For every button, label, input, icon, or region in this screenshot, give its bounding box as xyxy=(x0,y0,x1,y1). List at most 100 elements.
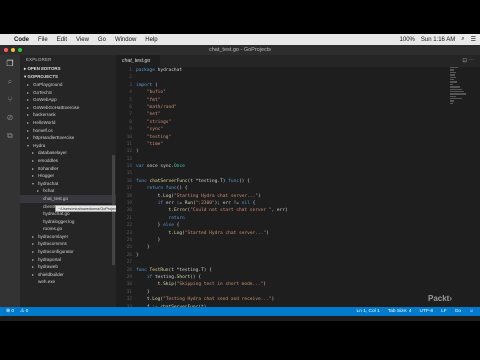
warnings-indicator[interactable]: ⚠ 0 xyxy=(20,307,28,316)
debug-icon[interactable]: ⊘ xyxy=(7,113,14,123)
tree-item-label: rooms.go xyxy=(43,226,63,232)
code-line: 25 } xyxy=(116,244,480,251)
explorer-icon[interactable]: ❐ xyxy=(6,59,13,69)
line-ending[interactable]: LF xyxy=(441,307,447,316)
tab-chat-test[interactable]: chat_test.go xyxy=(116,55,161,67)
code-token: ) xyxy=(263,282,267,288)
menu-app-name[interactable]: Code xyxy=(14,37,29,43)
line-number: 8 xyxy=(129,119,132,125)
menu-help[interactable]: Help xyxy=(145,37,157,43)
code-token: "Started Hydra chat server..." xyxy=(184,230,267,236)
code-line: 5 "fmt" xyxy=(116,97,480,104)
line-number: 30 xyxy=(126,282,132,288)
line-number: 4 xyxy=(129,90,132,96)
tree-item[interactable]: ▸ Itohandler xyxy=(20,165,116,173)
code-token: hydrachat xyxy=(154,68,183,73)
line-number: 22 xyxy=(126,223,132,229)
code-token: ( xyxy=(152,82,158,88)
close-window-button[interactable] xyxy=(4,48,8,52)
code-token: Log xyxy=(173,230,183,236)
code-line: 21 return xyxy=(116,215,480,222)
feedback-icon[interactable]: ☺ xyxy=(469,307,474,316)
tree-item-label: hydracommns xyxy=(38,241,67,247)
tree-item[interactable]: ▸ GoWebGoHatExercise xyxy=(20,104,116,112)
code-line: 4 "bufio" xyxy=(116,89,480,96)
errors-indicator[interactable]: ⊗ 0 xyxy=(6,307,14,316)
line-number: 6 xyxy=(129,104,132,110)
line-number: 10 xyxy=(126,134,132,140)
source-control-icon[interactable]: ⑂ xyxy=(8,95,13,105)
tree-item[interactable]: ▸ hydraweb xyxy=(20,263,116,271)
code-token: "bufio" xyxy=(136,90,166,96)
code-line: 28 func TestRun (t *testing.T) { xyxy=(116,267,480,274)
clock[interactable]: Sun 1:16 AM xyxy=(421,37,455,43)
code-token: (t *testing.T) { xyxy=(168,267,212,273)
code-token: once sync. xyxy=(144,164,174,170)
tree-item[interactable]: ▸ hydraconfigurator xyxy=(20,248,116,256)
tree-item[interactable]: ▸ hydracommns xyxy=(20,240,116,248)
mac-menubar: Code File Edit View Go Window Help 100% … xyxy=(0,34,480,45)
zoom-window-button[interactable] xyxy=(18,48,22,52)
tree-item[interactable]: weh.exe xyxy=(20,278,116,286)
list-icon[interactable]: ☰ xyxy=(471,36,476,43)
code-token: } xyxy=(136,289,150,295)
tab-actions[interactable]: ⊡ ⋯ xyxy=(462,55,474,67)
tree-item[interactable]: ▸ databaselayer xyxy=(20,149,116,157)
language-mode[interactable]: Go xyxy=(455,307,461,316)
tree-item[interactable]: chat_test.go xyxy=(20,194,116,203)
code-token: testing. xyxy=(152,274,177,280)
minimize-window-button[interactable] xyxy=(11,48,15,52)
encoding[interactable]: UTF-8 xyxy=(419,307,433,316)
tree-item[interactable]: ▸ HelloWorld xyxy=(20,119,116,127)
code-line: 20 t. Error("Could not start chat server … xyxy=(116,207,480,214)
tree-item[interactable]: ▸ Hlogger xyxy=(20,172,116,180)
tree-item[interactable]: ▸ shieldbuilder xyxy=(20,271,116,279)
menu-go[interactable]: Go xyxy=(98,37,106,43)
code-token: ) xyxy=(136,149,139,155)
indentation[interactable]: Tab Size: 4 xyxy=(388,307,412,316)
code-token: import xyxy=(136,82,153,88)
tree-item-label: GoWebApp xyxy=(33,97,57,103)
tree-item[interactable]: rooms.go xyxy=(20,225,116,233)
tree-item-label: httpHandlerExercise xyxy=(33,135,75,141)
menu-window[interactable]: Window xyxy=(115,37,136,43)
project-section[interactable]: ▾ GOPROJECTS xyxy=(20,73,116,81)
battery-status[interactable]: 100% xyxy=(400,37,415,43)
extensions-icon[interactable]: ⧉ xyxy=(7,131,13,141)
project-label: GOPROJECTS xyxy=(27,74,58,79)
open-editors-section[interactable]: ▸ OPEN EDITORS xyxy=(20,65,116,73)
tree-item[interactable]: ▾ hydrachat xyxy=(20,180,116,188)
tree-item-label: GoPlayground xyxy=(33,82,63,87)
minimap[interactable] xyxy=(450,67,470,127)
tree-item[interactable]: ▸ GoWebApp xyxy=(20,96,116,104)
code-token: ) xyxy=(271,297,275,303)
search-icon[interactable]: ⌕ xyxy=(8,77,12,87)
code-token: Error xyxy=(173,208,188,214)
search-icon[interactable]: ⌕ xyxy=(461,36,464,43)
code-token: "sync" xyxy=(136,127,164,133)
tree-item[interactable]: ▸ httpHandlerExercise xyxy=(20,134,116,142)
tree-item[interactable]: ▸ hackerrank xyxy=(20,111,116,119)
line-number: 12 xyxy=(126,149,132,155)
tree-item[interactable]: ▸ GoTechS xyxy=(20,89,116,97)
tree-item-label: hydralogger.log xyxy=(43,218,75,224)
line-number: 18 xyxy=(126,193,132,199)
menu-edit[interactable]: Edit xyxy=(57,37,67,43)
tree-item[interactable]: ▸ GoPlayground xyxy=(20,81,116,89)
cursor-position[interactable]: Ln 1, Col 1 xyxy=(357,307,380,316)
code-line: 18 t. Log("Starting Hydra chat server..."… xyxy=(116,193,480,200)
tree-item[interactable]: ▸ hchat xyxy=(20,187,116,195)
code-token: func xyxy=(136,267,147,273)
line-number: 15 xyxy=(126,171,132,177)
tree-item[interactable]: ▸ hydraportal xyxy=(20,256,116,264)
menu-view[interactable]: View xyxy=(76,37,89,43)
code-editor[interactable]: 1 package hydrachat 2 3 import (4 "bufio" 5 "… xyxy=(116,67,480,317)
line-number: 31 xyxy=(126,289,132,295)
tree-item[interactable]: ▸ hydracomlayer xyxy=(20,233,116,241)
tree-item[interactable]: ▸ emoddles xyxy=(20,157,116,165)
tree-item[interactable]: ▸ homelf.cs xyxy=(20,127,116,135)
menu-file[interactable]: File xyxy=(38,37,48,43)
tree-item[interactable]: hydralogger.log xyxy=(20,218,116,226)
tree-item[interactable]: ▾ Hydra xyxy=(20,142,116,150)
